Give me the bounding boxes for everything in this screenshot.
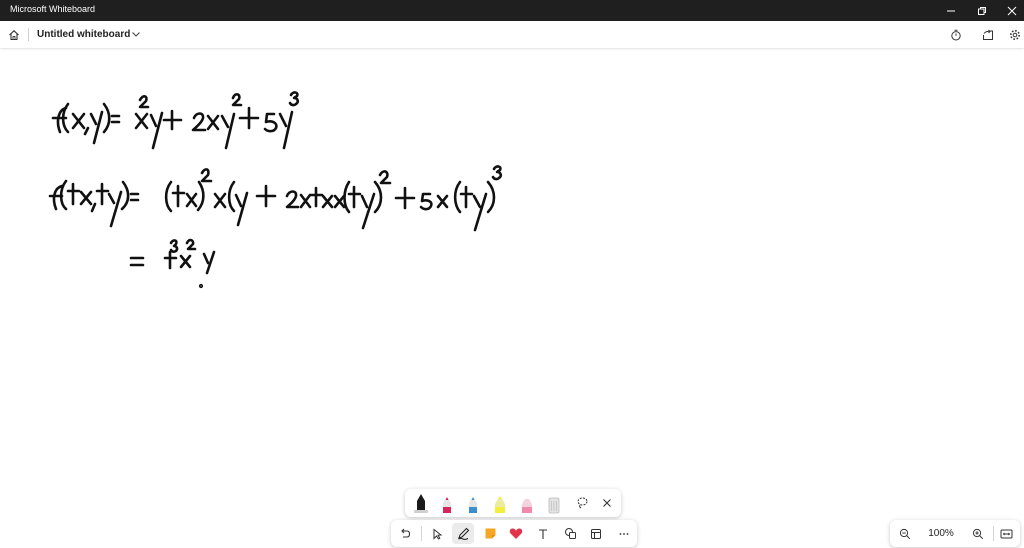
pen-icon [457,527,469,540]
minimize-button[interactable] [935,0,967,21]
zoom-controls: 100% [890,520,1020,547]
app-header: Untitled whiteboard [0,21,1024,48]
blue-pen-icon[interactable] [465,492,481,514]
fit-to-screen-button[interactable] [996,524,1016,543]
pen-tray [405,489,621,517]
timer-button[interactable] [947,26,964,43]
shapes-icon [564,528,576,539]
ink-equation-line-2 [48,165,503,232]
settings-button[interactable] [1006,26,1023,43]
minimize-icon [947,10,955,11]
template-icon [591,528,601,539]
chevron-down-icon[interactable] [130,28,142,40]
zoom-out-button[interactable] [895,524,915,543]
yellow-highlighter-icon[interactable] [492,492,508,514]
ink-layer [48,91,503,289]
sticky-note-button[interactable] [479,523,501,544]
ink-equation-line-3 [129,238,216,289]
board-title[interactable]: Untitled whiteboard [37,29,130,40]
share-icon [982,29,993,40]
timer-icon [950,29,961,40]
text-button[interactable] [532,523,554,544]
home-button[interactable] [5,26,22,43]
heart-icon [509,528,523,539]
close-pen-tray-button[interactable] [596,492,618,513]
lasso-icon [577,497,587,509]
restore-button[interactable] [966,0,998,21]
zoom-divider [993,526,994,541]
ink-equation-line-1 [51,91,300,150]
templates-button[interactable] [585,523,607,544]
restore-icon [978,6,986,15]
toolbar-divider [421,526,422,541]
zoom-level[interactable]: 100% [926,528,956,539]
gear-icon [1009,29,1020,40]
more-icon [619,532,629,535]
close-icon [1007,6,1017,15]
fit-screen-icon [1000,529,1012,538]
window-titlebar: Microsoft Whiteboard [0,0,1024,21]
undo-button[interactable] [394,523,416,544]
zoom-out-icon [899,528,911,539]
share-button[interactable] [979,26,996,43]
pen-tool-button[interactable] [452,523,474,544]
eraser-icon[interactable] [546,492,562,514]
close-icon [603,498,611,507]
pink-highlighter-icon[interactable] [519,492,535,514]
lasso-select-button[interactable] [571,492,593,513]
select-button[interactable] [426,523,448,544]
window-title: Microsoft Whiteboard [10,4,96,14]
select-icon [433,527,443,540]
text-icon [539,528,547,539]
zoom-in-button[interactable] [968,524,988,543]
whiteboard-canvas[interactable] [0,48,1024,548]
home-icon [8,29,19,40]
more-options-button[interactable] [613,523,635,544]
zoom-in-icon [972,528,984,539]
close-button[interactable] [996,0,1024,21]
header-divider [28,28,29,41]
reactions-button[interactable] [505,523,527,544]
black-pen-icon[interactable] [413,492,429,514]
sticky-note-icon [485,528,495,539]
shapes-button[interactable] [559,523,581,544]
bottom-toolbar [391,520,637,547]
red-pen-icon[interactable] [439,492,455,514]
undo-icon [401,528,411,538]
